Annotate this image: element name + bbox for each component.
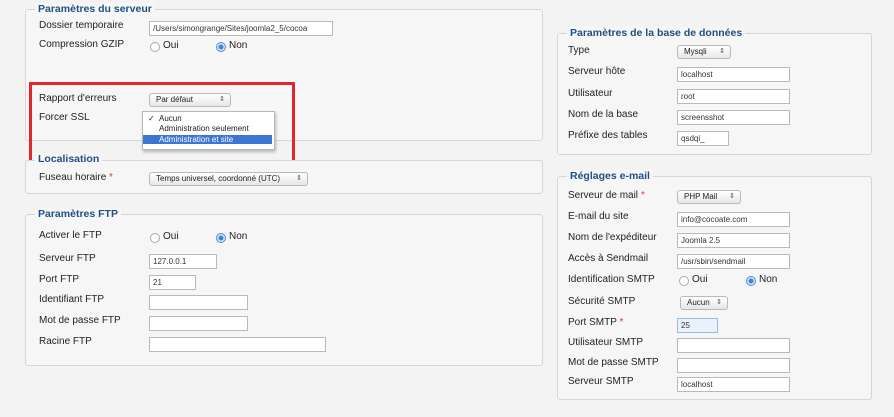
sender-name-input[interactable]: Joomla 2.5	[677, 233, 790, 248]
ftp-enable-label: Activer le FTP	[39, 230, 102, 241]
smtp-security-label: Sécurité SMTP	[568, 296, 636, 307]
smtp-pass-input[interactable]	[677, 358, 790, 373]
gzip-no-radio[interactable]	[216, 42, 226, 52]
ftp-enable-no-radio[interactable]	[216, 233, 226, 243]
sendmail-path-input[interactable]: /usr/sbin/sendmail	[677, 254, 790, 269]
smtp-pass-label: Mot de passe SMTP	[568, 357, 659, 368]
server-settings-title: Paramètres du serveur	[35, 3, 155, 15]
ftp-server-input[interactable]: 127.0.0.1	[149, 254, 217, 269]
ftp-user-label: Identifiant FTP	[39, 294, 105, 305]
db-host-input[interactable]: localhost	[677, 67, 790, 82]
temp-dir-input[interactable]: /Users/simongrange/Sites/joomla2_5/cocoa	[149, 21, 333, 36]
smtp-auth-yes-radio[interactable]	[679, 276, 689, 286]
smtp-port-input[interactable]: 25	[677, 318, 718, 333]
db-user-input[interactable]: root	[677, 89, 790, 104]
ftp-root-label: Racine FTP	[39, 336, 92, 347]
smtp-host-label: Serveur SMTP	[568, 376, 634, 387]
db-type-value: Mysqli	[684, 47, 707, 56]
smtp-security-value: Aucun	[687, 298, 710, 307]
ftp-enable-yes-radio[interactable]	[150, 233, 160, 243]
smtp-port-label: Port SMTP *	[568, 317, 623, 328]
smtp-security-select[interactable]: Aucun ⇕	[680, 296, 728, 310]
required-marker: *	[640, 190, 645, 201]
ftp-enable-yes-label: Oui	[163, 231, 179, 242]
required-marker: *	[619, 317, 624, 328]
ftp-user-input[interactable]	[149, 295, 248, 310]
db-type-label: Type	[568, 45, 590, 56]
smtp-user-label: Utilisateur SMTP	[568, 337, 644, 348]
mail-server-select[interactable]: PHP Mail ⇕	[677, 190, 741, 204]
site-email-label: E-mail du site	[568, 211, 629, 222]
db-user-label: Utilisateur	[568, 88, 613, 99]
site-email-input[interactable]: info@cocoate.com	[677, 212, 790, 227]
db-prefix-label: Préfixe des tables	[568, 130, 648, 141]
required-marker: *	[109, 172, 113, 183]
mail-server-value: PHP Mail	[684, 192, 718, 201]
db-prefix-input[interactable]: qsdqi_	[677, 131, 729, 146]
timezone-select-value: Temps universel, coordonné (UTC)	[156, 174, 281, 183]
ftp-title: Paramètres FTP	[35, 208, 121, 220]
timezone-select[interactable]: Temps universel, coordonné (UTC) ⇕	[149, 172, 308, 186]
ftp-pass-input[interactable]	[149, 316, 248, 331]
ftp-server-label: Serveur FTP	[39, 253, 96, 264]
mail-server-label-text: Serveur de mail	[568, 190, 639, 201]
select-arrows-icon: ⇕	[719, 48, 725, 55]
smtp-auth-no-label: Non	[759, 274, 778, 285]
db-name-label: Nom de la base	[568, 109, 639, 120]
mail-server-label: Serveur de mail *	[568, 190, 645, 201]
gzip-yes-radio[interactable]	[150, 42, 160, 52]
select-arrows-icon: ⇕	[729, 193, 735, 200]
select-arrows-icon: ⇕	[716, 299, 722, 306]
db-name-input[interactable]: screensshot	[677, 110, 790, 125]
ftp-enable-no-label: Non	[229, 231, 248, 242]
sendmail-path-label: Accès à Sendmail	[568, 253, 649, 264]
smtp-user-input[interactable]	[677, 338, 790, 353]
ftp-port-label: Port FTP	[39, 274, 80, 285]
ftp-port-input[interactable]: 21	[149, 275, 196, 290]
gzip-no-label: Non	[229, 40, 248, 51]
smtp-host-input[interactable]: localhost	[677, 377, 790, 392]
timezone-label: Fuseau horaire *	[39, 172, 113, 183]
gzip-yes-label: Oui	[163, 40, 179, 51]
smtp-port-label-text: Port SMTP	[568, 317, 617, 328]
ftp-pass-label: Mot de passe FTP	[39, 315, 121, 326]
temp-dir-label: Dossier temporaire	[39, 20, 124, 31]
sender-name-label: Nom de l'expéditeur	[568, 232, 657, 243]
ftp-root-input[interactable]	[149, 337, 326, 352]
gzip-label: Compression GZIP	[39, 39, 125, 50]
smtp-auth-yes-label: Oui	[692, 274, 708, 285]
db-host-label: Serveur hôte	[568, 66, 626, 77]
localisation-title: Localisation	[35, 153, 103, 165]
db-type-select[interactable]: Mysqli ⇕	[677, 45, 731, 59]
email-title: Réglages e-mail	[567, 170, 653, 182]
smtp-auth-no-radio[interactable]	[746, 276, 756, 286]
database-title: Paramètres de la base de données	[567, 27, 746, 39]
smtp-auth-label: Identification SMTP	[568, 274, 655, 285]
select-arrows-icon: ⇕	[296, 175, 302, 182]
timezone-label-text: Fuseau horaire	[39, 172, 107, 183]
